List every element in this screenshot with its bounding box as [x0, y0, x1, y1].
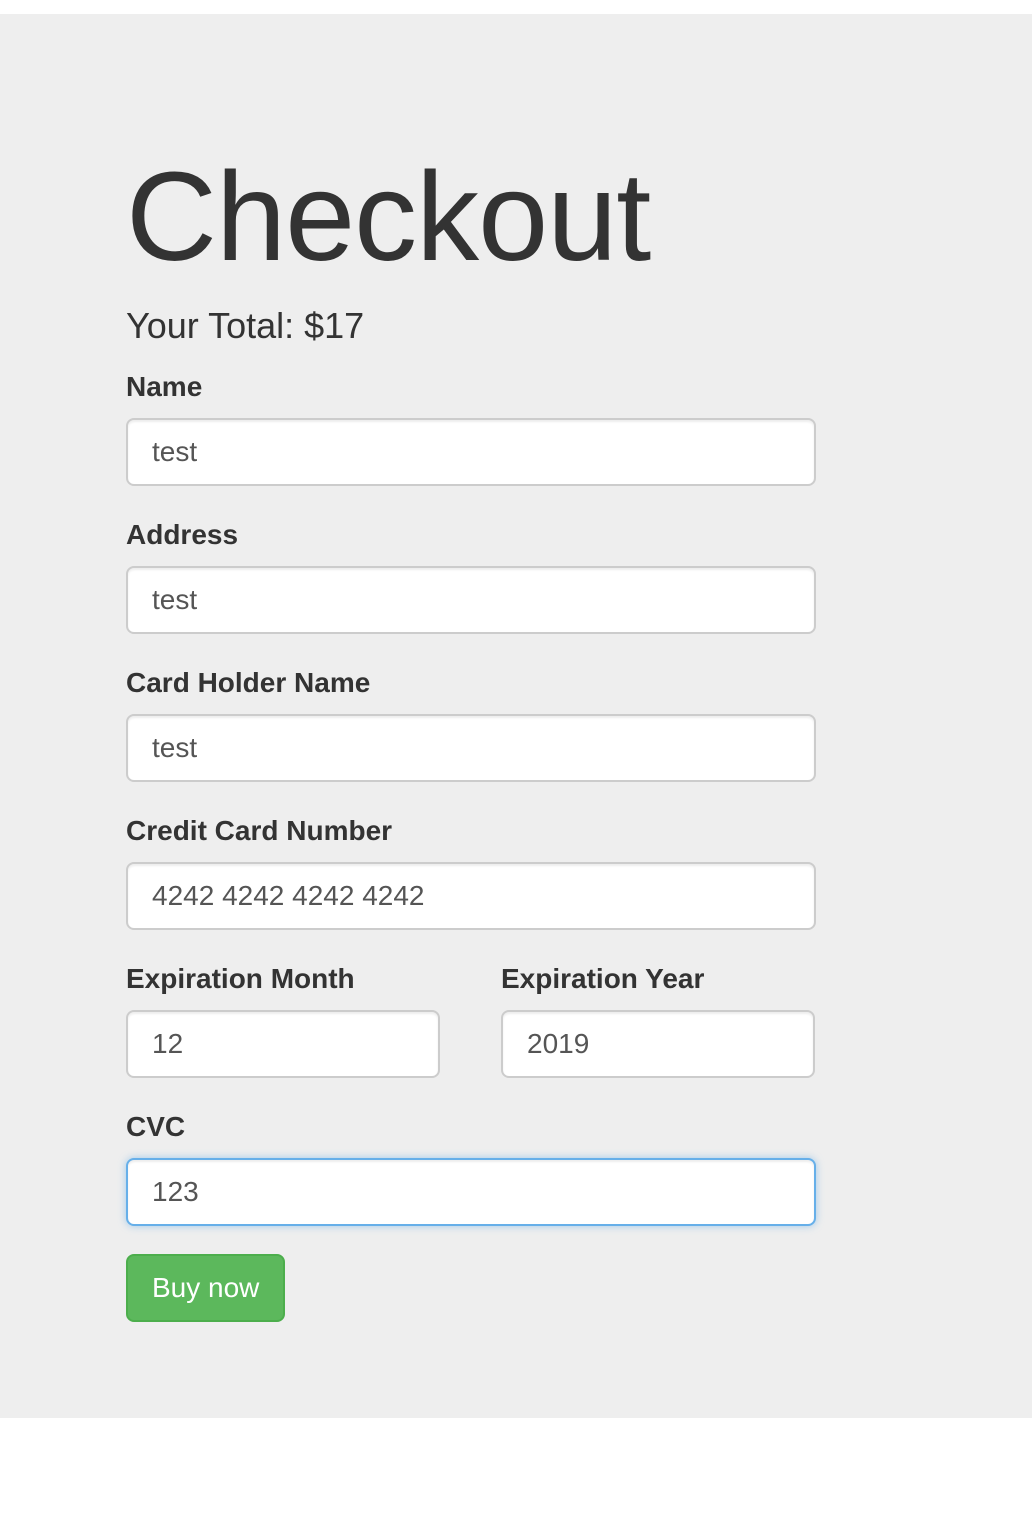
exp-month-input[interactable]: [126, 1010, 440, 1078]
page-title: Checkout: [126, 146, 651, 287]
address-group: Address: [126, 518, 816, 634]
exp-year-input[interactable]: [501, 1010, 815, 1078]
address-label: Address: [126, 519, 239, 550]
card-holder-group: Card Holder Name: [126, 666, 816, 782]
exp-month-label: Expiration Month: [126, 963, 355, 994]
buy-now-button[interactable]: Buy now: [126, 1254, 286, 1322]
cvc-group: CVC: [126, 1110, 816, 1226]
exp-year-label: Expiration Year: [501, 963, 705, 994]
card-holder-input[interactable]: [126, 714, 816, 782]
card-holder-label: Card Holder Name: [126, 667, 371, 698]
card-number-label: Credit Card Number: [126, 815, 393, 846]
exp-month-group: Expiration Month: [126, 962, 440, 1078]
card-number-input[interactable]: [126, 862, 816, 930]
order-total: Your Total: $17: [126, 305, 365, 346]
cvc-label: CVC: [126, 1111, 186, 1142]
name-group: Name: [126, 370, 816, 486]
exp-year-group: Expiration Year: [501, 962, 815, 1078]
name-label: Name: [126, 371, 203, 402]
name-input[interactable]: [126, 418, 816, 486]
address-input[interactable]: [126, 566, 816, 634]
cvc-input[interactable]: [126, 1158, 816, 1226]
card-number-group: Credit Card Number: [126, 814, 816, 930]
checkout-panel: Checkout Your Total: $17 Name Address Ca…: [0, 14, 1032, 1418]
